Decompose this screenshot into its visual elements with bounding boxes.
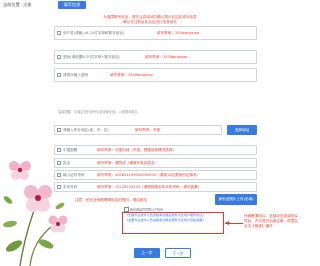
name-field[interactable]: 姓名 填写举例：谭同成（请填写真实姓名） — [54, 158, 257, 168]
user-icon — [57, 31, 61, 35]
username-hint: 填写举例：233wangxiao — [157, 31, 200, 35]
address-hint: 填写举例：东莞 — [135, 128, 161, 132]
password-confirm-label: 请再次输入密码 — [63, 73, 89, 77]
annotation-note: 仔细看清协议，全部点击阅读协议项后，方可进行后续注册，同意后点击【继续】操作 — [244, 214, 298, 229]
breadcrumb-home[interactable]: 当前位置 — [3, 2, 20, 7]
password-confirm-field[interactable]: 请再次输入密码 填写举例：233WangXiao — [54, 68, 257, 82]
privacy-note: 温馨提醒：请保证您的身份信息准确无误，以便顺利报名 — [58, 110, 138, 114]
id-number-hint: 填写举例：430624199000000000（请按18位数身份证填写） — [97, 173, 201, 177]
username-field[interactable]: 用户名(请输入6-20位字母和数字组合) 填写举例：233wangxiao — [54, 26, 257, 40]
agreement-links: 《全国专业技术人员资格考试报名服务平台用户服务协议》 《全国专业技术人员资格考试… — [122, 212, 224, 234]
nationality-field[interactable]: 中国国籍 填写举例：中国内地（不选，根据自身情况选择） — [54, 145, 257, 155]
annotation-arrow-head — [225, 221, 229, 225]
address-field[interactable]: 请输入所在地区(省、市、区) 填写举例：东莞 — [54, 125, 222, 135]
flower-bloom-3 — [48, 215, 68, 233]
tab-fill-info[interactable]: 填写信息 — [58, 1, 86, 9]
name-hint: 填写举例：谭同成（请填写真实姓名） — [97, 161, 159, 165]
nationality-hint: 填写举例：中国内地（不选，根据自身情况选择） — [97, 148, 177, 152]
notice-line-2: 确认在注册及实名后进行信息填写 — [123, 20, 177, 24]
agreement-link-privacy[interactable]: 《全国专业技术人员资格考试报名服务平台用户隐私政策》 — [123, 218, 223, 223]
password-confirm-hint: 填写举例：233WangXiao — [110, 73, 153, 77]
id-photo-hint: 注意：还在此例照理得包容识别时，请后放传 — [75, 198, 147, 202]
tab-bar: 当前位置:注册 填写信息 — [0, 0, 300, 12]
password-field[interactable]: 密码(请设置6-20位字母+数字组合) 填写举例：233Wangxiao — [54, 50, 257, 64]
lock-icon — [57, 55, 61, 59]
select-address-button[interactable]: 选择地址 — [227, 125, 257, 135]
prev-step-button[interactable]: 上一步 — [134, 248, 160, 258]
username-label: 用户名(请输入6-20位字母和数字组合) — [63, 31, 125, 35]
notice-banner: 为保障账号安全，请在认真阅读并确认提示后如实填写信息 确认在注册及实名后进行信息… — [0, 15, 300, 25]
flower-bloom-2 — [9, 161, 31, 180]
hibiscus-decoration — [3, 161, 68, 266]
agreement-checkbox-label: 我已阅读并同意以下协议 — [130, 207, 164, 212]
id-number-field[interactable]: 输入证件号码 填写举例：430624199000000000（请按18位数身份证… — [54, 170, 257, 180]
phone-field[interactable]: 手机号码 填写举例：13233233233（请提前核实本手机号码，请勿遗漏） — [54, 182, 257, 192]
breadcrumb: 当前位置:注册 — [3, 2, 32, 8]
address-label: 请输入所在地区(省、市、区) — [63, 128, 109, 132]
location-icon — [57, 128, 61, 132]
phone-hint: 填写举例：13233233233（请提前核实本手机号码，请勿遗漏） — [97, 185, 202, 189]
lock-icon — [57, 73, 61, 77]
next-step-button[interactable]: 下一步 — [165, 248, 191, 258]
breadcrumb-current: 注册 — [23, 2, 32, 7]
upload-id-photo-button[interactable]: 身份证照片上传(必填) — [215, 194, 257, 205]
password-label: 密码(请设置6-20位字母+数字组合) — [63, 55, 121, 59]
breadcrumb-separator: : — [20, 2, 23, 7]
flower-bloom-1 — [24, 185, 52, 212]
password-hint: 填写举例：233Wangxiao — [145, 55, 188, 59]
